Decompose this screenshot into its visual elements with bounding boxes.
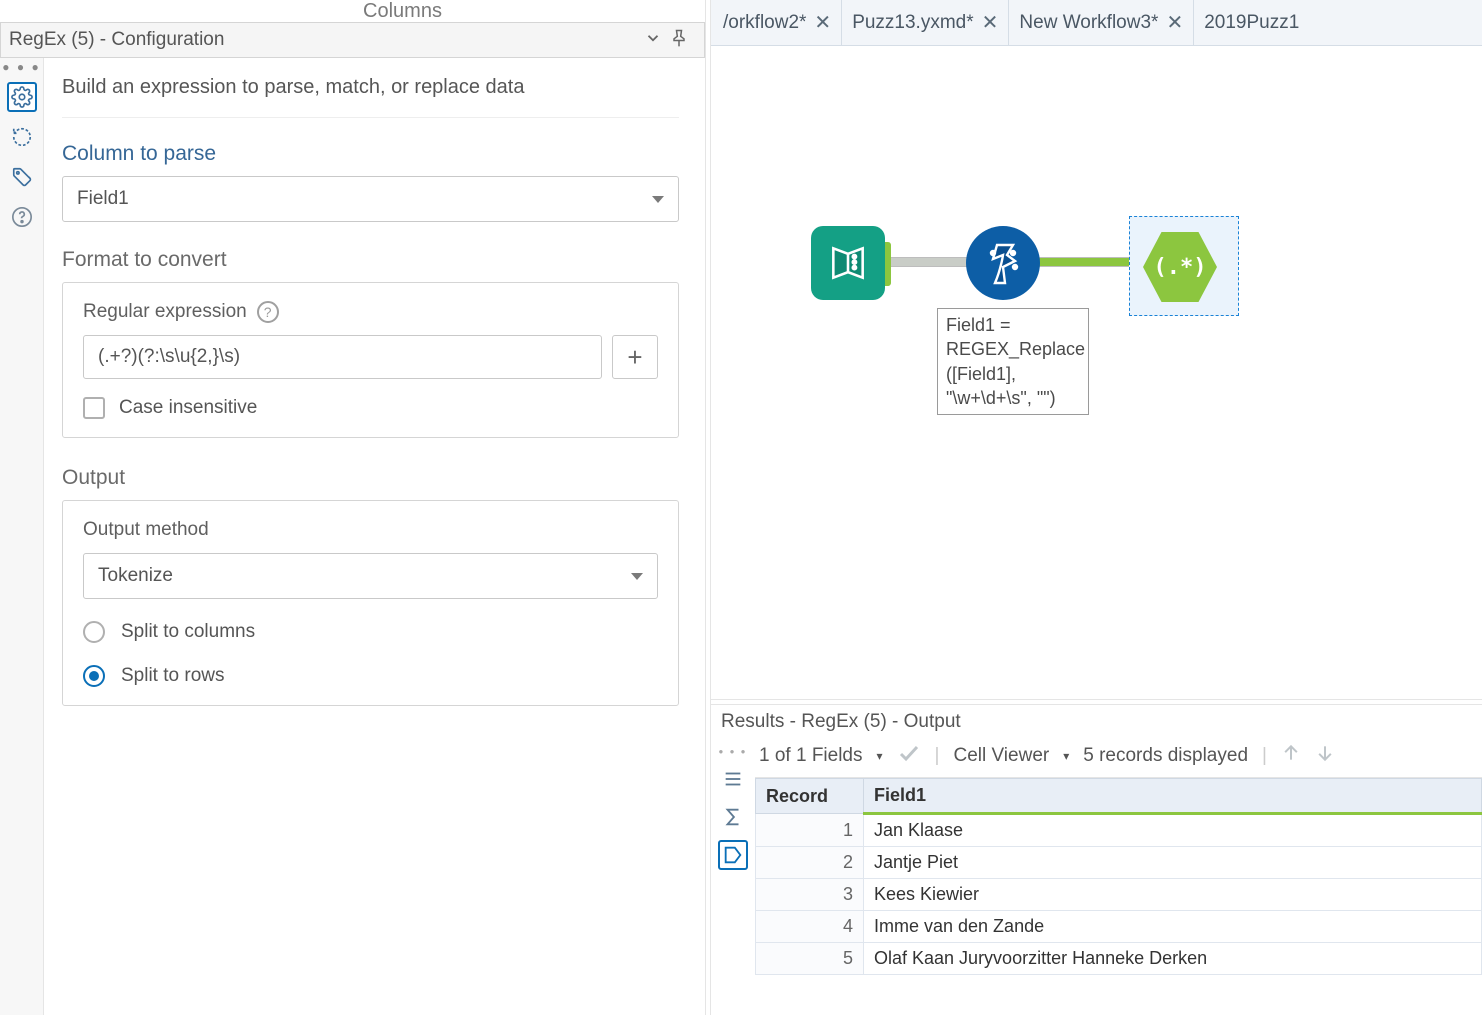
table-row[interactable]: 4Imme van den Zande (756, 911, 1482, 943)
chevron-down-icon (652, 196, 664, 203)
split-to-columns-radio[interactable] (83, 621, 105, 643)
results-title: Results - RegEx (5) - Output (711, 705, 1482, 739)
fields-menu-button[interactable]: ▾ (877, 749, 883, 763)
regex-help-icon[interactable]: ? (257, 301, 279, 323)
column-header-field1[interactable]: Field1 (864, 779, 1482, 814)
record-cell: 3 (756, 879, 864, 911)
regex-tool[interactable]: (.*) (1143, 230, 1217, 304)
split-to-columns-label: Split to columns (121, 621, 255, 643)
close-icon[interactable]: ✕ (982, 10, 999, 35)
checkmark-icon[interactable] (897, 741, 921, 771)
sigma-icon[interactable] (718, 802, 748, 832)
field1-cell: Jan Klaase (864, 814, 1482, 847)
fields-count-label: 1 of 1 Fields (759, 745, 863, 767)
output-method-select[interactable]: Tokenize (83, 553, 658, 599)
results-rail: ● ● ● (711, 739, 755, 1015)
refresh-arrow-icon[interactable] (7, 122, 37, 152)
close-icon[interactable]: ✕ (814, 10, 831, 35)
output-method-value: Tokenize (98, 565, 173, 587)
config-title-bar: RegEx (5) - Configuration (0, 22, 705, 58)
tab-new-workflow3[interactable]: New Workflow3* ✕ (1009, 0, 1194, 45)
tab-puzz13[interactable]: Puzz13.yxmd* ✕ (842, 0, 1009, 45)
config-content: Build an expression to parse, match, or … (44, 58, 705, 1015)
regex-plus-button[interactable]: + (612, 335, 658, 379)
list-icon[interactable] (718, 764, 748, 794)
table-row[interactable]: 1Jan Klaase (756, 814, 1482, 847)
close-icon[interactable]: ✕ (1166, 10, 1183, 35)
record-cell: 1 (756, 814, 864, 847)
field1-cell: Olaf Kaan Juryvoorzitter Hanneke Derken (864, 943, 1482, 975)
collapse-chevron-icon[interactable] (640, 29, 666, 52)
record-cell: 2 (756, 847, 864, 879)
columns-header: Columns (0, 0, 705, 22)
config-title: RegEx (5) - Configuration (9, 29, 640, 51)
output-anchor-icon[interactable] (718, 840, 748, 870)
tab-label: 2019Puzz1 (1204, 12, 1299, 34)
table-row[interactable]: 2Jantje Piet (756, 847, 1482, 879)
workflow-tab-strip: /orkflow2* ✕ Puzz13.yxmd* ✕ New Workflow… (711, 0, 1482, 46)
case-insensitive-checkbox[interactable] (83, 397, 105, 419)
regex-tool-label: (.*) (1154, 255, 1207, 280)
gear-icon[interactable] (7, 82, 37, 112)
wire-icon (881, 257, 971, 267)
formula-tool[interactable] (966, 226, 1040, 300)
split-to-rows-radio[interactable] (83, 665, 105, 687)
rail-drag-dots-icon[interactable]: ● ● ● (2, 64, 40, 70)
regex-input[interactable] (83, 335, 602, 379)
tab-label: /orkflow2* (723, 12, 806, 34)
output-method-label: Output method (83, 519, 209, 541)
chevron-down-icon (631, 573, 643, 580)
column-header-record[interactable]: Record (756, 779, 864, 814)
split-to-rows-label: Split to rows (121, 665, 224, 687)
text-input-tool[interactable] (811, 226, 885, 300)
column-to-parse-select[interactable]: Field1 (62, 176, 679, 222)
table-row[interactable]: 3Kees Kiewier (756, 879, 1482, 911)
field1-cell: Kees Kiewier (864, 879, 1482, 911)
record-cell: 4 (756, 911, 864, 943)
field1-cell: Jantje Piet (864, 847, 1482, 879)
results-grid[interactable]: Record Field1 1Jan Klaase2Jantje Piet3Ke… (755, 778, 1482, 1015)
tag-icon[interactable] (7, 162, 37, 192)
column-to-parse-label: Column to parse (62, 142, 679, 166)
output-group: Output method Tokenize Split to columns … (62, 500, 679, 706)
cell-viewer-menu-button[interactable]: ▾ (1063, 749, 1069, 763)
workflow-canvas[interactable]: Field1 =REGEX_Replace([Field1],"\w+\d+\s… (711, 46, 1482, 699)
regex-label: Regular expression (83, 301, 247, 323)
case-insensitive-label: Case insensitive (119, 397, 257, 419)
tab-label: New Workflow3* (1019, 12, 1158, 34)
record-cell: 5 (756, 943, 864, 975)
formula-tooltip: Field1 =REGEX_Replace([Field1],"\w+\d+\s… (937, 308, 1089, 415)
format-group: Regular expression ? + Case insensitive (62, 282, 679, 438)
results-toolbar: 1 of 1 Fields ▾ | Cell Viewer ▾ 5 record… (755, 739, 1482, 778)
right-pane: /orkflow2* ✕ Puzz13.yxmd* ✕ New Workflow… (711, 0, 1482, 1015)
wire-icon (1031, 257, 1141, 267)
records-displayed-label: 5 records displayed (1083, 745, 1248, 767)
format-to-convert-label: Format to convert (62, 248, 679, 272)
results-pane: Results - RegEx (5) - Output ● ● ● 1 of … (711, 705, 1482, 1015)
tab-workflow2[interactable]: /orkflow2* ✕ (713, 0, 842, 45)
icon-rail: ● ● ● (0, 58, 44, 1015)
rail-drag-dots-icon[interactable]: ● ● ● (719, 747, 748, 756)
tab-label: Puzz13.yxmd* (852, 12, 973, 34)
help-icon[interactable] (7, 202, 37, 232)
config-description: Build an expression to parse, match, or … (62, 76, 679, 99)
tab-2019puzz1[interactable]: 2019Puzz1 (1194, 0, 1309, 45)
pin-icon[interactable] (666, 28, 692, 53)
arrow-up-icon[interactable] (1281, 743, 1301, 769)
output-label: Output (62, 466, 679, 490)
arrow-down-icon[interactable] (1315, 743, 1335, 769)
field1-cell: Imme van den Zande (864, 911, 1482, 943)
column-to-parse-value: Field1 (77, 188, 129, 210)
configuration-panel: Columns RegEx (5) - Configuration ● ● ● (0, 0, 705, 1015)
table-row[interactable]: 5Olaf Kaan Juryvoorzitter Hanneke Derken (756, 943, 1482, 975)
cell-viewer-label[interactable]: Cell Viewer (953, 745, 1049, 767)
